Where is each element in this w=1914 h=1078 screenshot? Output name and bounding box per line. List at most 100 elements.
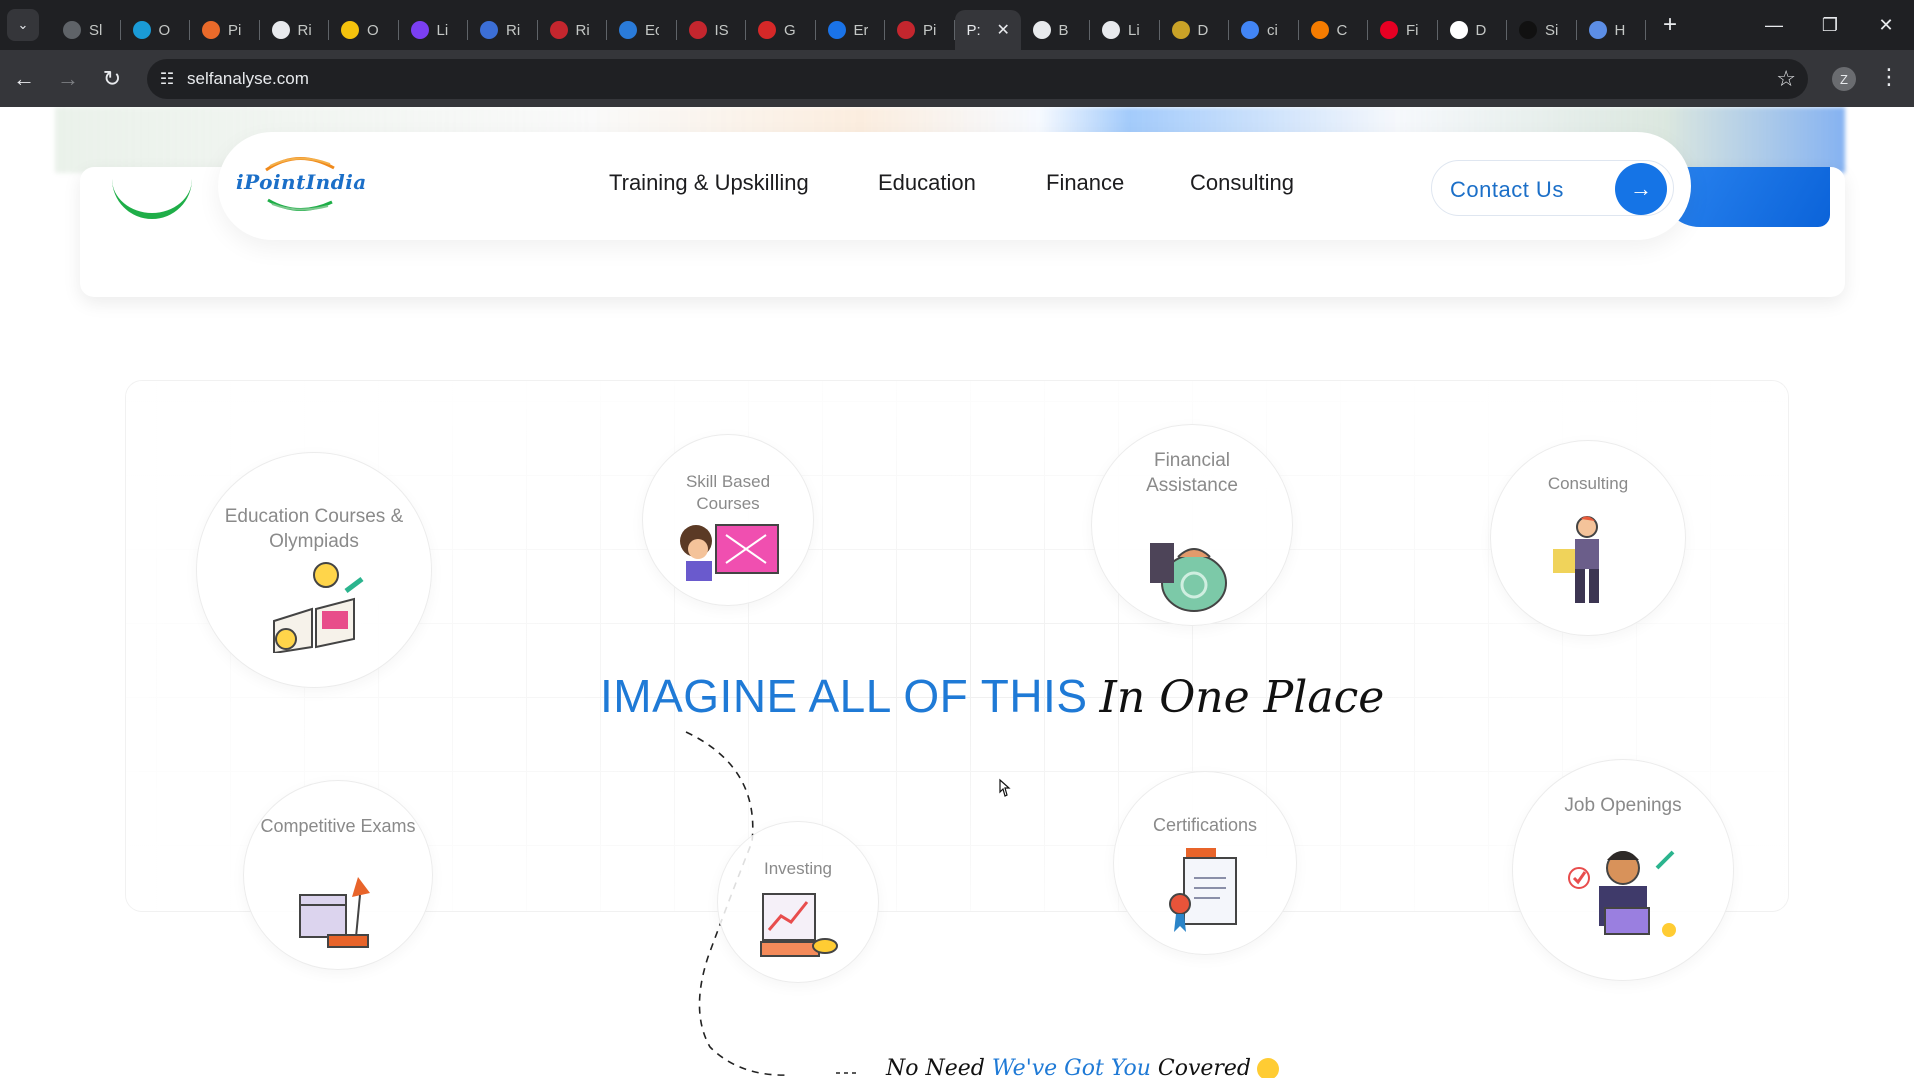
tab-favicon-icon: [1519, 21, 1537, 39]
tab-favicon-icon: [897, 21, 915, 39]
tab-favicon-icon: [1241, 21, 1259, 39]
bubble-skill[interactable]: Skill Based Courses: [642, 434, 814, 606]
browser-tab[interactable]: Ec: [607, 10, 677, 50]
tab-favicon-icon: [132, 21, 151, 39]
browser-tab[interactable]: IS: [677, 10, 747, 50]
tab-favicon-icon: [480, 21, 498, 39]
reload-icon: ↻: [102, 65, 122, 91]
address-bar[interactable]: ☷ selfanalyse.com ☆: [147, 59, 1808, 99]
job-seeker-icon: [1568, 850, 1676, 937]
browser-tab[interactable]: D: [1160, 10, 1230, 50]
browser-tab[interactable]: Ri: [538, 10, 608, 50]
tab-list: Sl O Pi Ri O Li Ri Ri Ec IS G Er Pi P: ✕ B Li Dci C Fi D Si H: [51, 0, 1646, 50]
browser-tabstrip: ⌄ Sl O Pi Ri O Li Ri Ri Ec IS G Er Pi P: ✕ B Li Dci C Fi D Si…: [0, 0, 1914, 50]
forward-button[interactable]: →: [48, 59, 88, 99]
close-window-button[interactable]: ✕: [1858, 0, 1914, 50]
tab-title: Sl: [89, 21, 103, 39]
profile-avatar[interactable]: Z: [1832, 67, 1856, 91]
tab-favicon-icon: [410, 21, 429, 39]
tab-favicon-icon: [1171, 21, 1190, 39]
restore-button[interactable]: ❐: [1802, 0, 1858, 50]
tab-title: Pi: [923, 21, 937, 39]
tab-title: Si: [1545, 21, 1559, 39]
tab-favicon-icon: [1588, 21, 1607, 39]
investing-chart-icon: [760, 893, 838, 957]
browser-tab[interactable]: Ri: [468, 10, 538, 50]
bubble-certifications[interactable]: Certifications: [1113, 771, 1297, 955]
bookmark-star-icon[interactable]: ☆: [1776, 66, 1796, 92]
tab-favicon-icon: [63, 21, 81, 39]
headline-main: IMAGINE ALL OF THIS: [600, 670, 1088, 722]
tab-favicon-icon: [1032, 21, 1051, 39]
minimize-button[interactable]: —: [1746, 0, 1802, 50]
browser-tab[interactable]: H: [1577, 10, 1647, 50]
money-bag-icon: [1150, 543, 1227, 612]
browser-tab[interactable]: Fi: [1368, 10, 1438, 50]
browser-tab[interactable]: Li: [399, 10, 469, 50]
logo-text: iPointIndia: [236, 170, 367, 194]
bubble-competitive[interactable]: Competitive Exams: [243, 780, 433, 970]
tagline: No Need We've Got You Covered: [886, 1056, 1280, 1078]
site-logo[interactable]: iPointIndia: [236, 148, 366, 220]
browser-tab[interactable]: Pi: [885, 10, 955, 50]
tagline-part2: We've Got You: [991, 1056, 1151, 1078]
certificate-icon: [1169, 848, 1237, 932]
bubble-consulting[interactable]: Consulting: [1490, 440, 1686, 636]
arrow-right-icon: →: [1615, 163, 1667, 215]
browser-tab[interactable]: G: [746, 10, 816, 50]
bubble-education-label: Education Courses & Olympiads: [224, 506, 404, 552]
nav-finance[interactable]: Finance: [1046, 170, 1124, 196]
back-button[interactable]: ←: [4, 59, 44, 99]
browser-tab[interactable]: Er: [816, 10, 886, 50]
bubble-financial[interactable]: Financial Assistance: [1091, 424, 1293, 626]
bubble-education[interactable]: Education Courses & Olympiads: [196, 452, 432, 688]
calendar-lamp-icon: [299, 877, 370, 948]
nav-training[interactable]: Training & Upskilling: [609, 170, 809, 196]
tab-favicon-icon: [1310, 21, 1329, 39]
browser-tab[interactable]: Si: [1507, 10, 1577, 50]
tab-title: G: [784, 21, 796, 39]
tab-title: Er: [853, 21, 868, 39]
tab-favicon-icon: [688, 21, 707, 39]
tab-title: D: [1475, 21, 1487, 39]
tab-title: Li: [436, 21, 449, 39]
tab-favicon-icon: [271, 21, 290, 39]
browser-tab[interactable]: Pi: [190, 10, 260, 50]
tab-title: ci: [1267, 21, 1278, 39]
browser-tab[interactable]: B: [1021, 10, 1091, 50]
browser-tab[interactable]: O: [121, 10, 191, 50]
browser-tab[interactable]: O: [329, 10, 399, 50]
bubble-investing[interactable]: Investing: [717, 821, 879, 983]
bubble-consulting-label: Consulting: [1547, 474, 1629, 493]
url-text[interactable]: selfanalyse.com: [187, 69, 309, 89]
reload-button[interactable]: ↻: [92, 59, 132, 99]
browser-tab-active[interactable]: P: ✕: [954, 10, 1021, 50]
consultant-person-icon: [1553, 516, 1599, 603]
browser-tab[interactable]: ci: [1229, 10, 1299, 50]
tab-title: Li: [1128, 21, 1140, 39]
browser-tab[interactable]: D: [1438, 10, 1508, 50]
tab-title: H: [1614, 21, 1626, 39]
browser-tab[interactable]: Li: [1090, 10, 1160, 50]
headline: IMAGINE ALL OF THIS In One Place: [600, 669, 1384, 723]
mouse-cursor-icon: [999, 778, 1011, 797]
bubble-financial-label: Financial Assistance: [1146, 450, 1238, 496]
tab-favicon-icon: [1380, 21, 1398, 39]
new-tab-button[interactable]: +: [1656, 11, 1684, 39]
contact-us-button[interactable]: Contact Us →: [1431, 160, 1674, 216]
bubble-jobs[interactable]: Job Openings: [1512, 759, 1734, 981]
nav-consulting[interactable]: Consulting: [1190, 170, 1294, 196]
browser-menu-icon[interactable]: ⋮: [1878, 64, 1900, 90]
window-controls: — ❐ ✕: [1746, 0, 1914, 50]
winking-emoji-icon: [1257, 1058, 1280, 1078]
nav-education[interactable]: Education: [878, 170, 976, 196]
browser-tab[interactable]: Ri: [260, 10, 330, 50]
contact-us-label: Contact Us: [1450, 177, 1564, 202]
browser-tab[interactable]: Sl: [51, 10, 121, 50]
tab-close-icon[interactable]: ✕: [997, 20, 1010, 40]
tab-search-button[interactable]: ⌄: [7, 9, 39, 41]
site-settings-icon[interactable]: ☷: [147, 69, 187, 89]
browser-tab[interactable]: C: [1299, 10, 1369, 50]
tab-favicon-icon: [758, 21, 776, 39]
tab-favicon-icon: [202, 21, 220, 39]
